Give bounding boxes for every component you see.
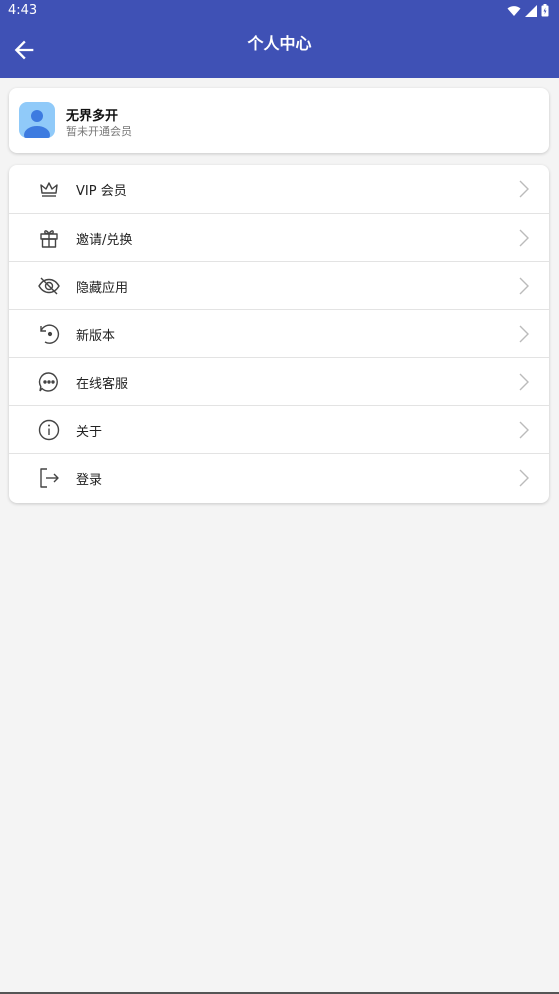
battery-icon bbox=[541, 4, 549, 17]
chat-icon bbox=[38, 372, 58, 392]
app-bar: 个人中心 bbox=[0, 22, 559, 78]
chevron-right-icon bbox=[519, 373, 529, 391]
menu-item-label: 邀请/兑换 bbox=[76, 233, 133, 248]
chevron-right-icon bbox=[519, 325, 529, 343]
eye-off-icon bbox=[38, 277, 60, 295]
menu-item-login[interactable]: 登录 bbox=[9, 453, 549, 502]
info-icon bbox=[38, 419, 60, 441]
profile-card[interactable]: 无界多开 暂未开通会员 bbox=[9, 88, 549, 153]
chevron-right-icon bbox=[519, 277, 529, 295]
menu-item-label: VIP 会员 bbox=[76, 184, 127, 199]
wifi-icon bbox=[507, 5, 521, 16]
login-icon bbox=[40, 468, 59, 488]
menu-item-customer-service[interactable]: 在线客服 bbox=[9, 357, 549, 406]
menu-item-about[interactable]: 关于 bbox=[9, 405, 549, 454]
chevron-right-icon bbox=[519, 421, 529, 439]
menu-item-label: 新版本 bbox=[76, 329, 116, 344]
menu-item-label: 登录 bbox=[76, 473, 103, 488]
avatar[interactable] bbox=[19, 102, 55, 138]
menu-item-hide-apps[interactable]: 隐藏应用 bbox=[9, 261, 549, 310]
menu-list: VIP 会员 邀请/兑换 隐藏应用 新版本 在线客服 关于 登录 bbox=[9, 165, 549, 503]
status-time: 4:43 bbox=[8, 3, 38, 18]
signal-icon bbox=[525, 4, 537, 17]
page-title: 个人中心 bbox=[247, 34, 312, 53]
chevron-right-icon bbox=[519, 180, 529, 198]
chevron-right-icon bbox=[519, 229, 529, 247]
system-icons bbox=[507, 4, 549, 17]
status-bar: 4:43 bbox=[0, 0, 559, 22]
gift-icon bbox=[40, 230, 58, 248]
update-icon bbox=[40, 324, 60, 344]
menu-item-invite[interactable]: 邀请/兑换 bbox=[9, 213, 549, 262]
chevron-right-icon bbox=[519, 469, 529, 487]
menu-item-new-version[interactable]: 新版本 bbox=[9, 309, 549, 358]
membership-status: 暂未开通会员 bbox=[66, 125, 132, 138]
menu-item-label: 关于 bbox=[76, 425, 103, 440]
user-avatar-icon bbox=[24, 110, 50, 138]
menu-item-label: 隐藏应用 bbox=[76, 281, 129, 296]
menu-item-label: 在线客服 bbox=[76, 377, 129, 392]
crown-icon bbox=[40, 182, 58, 197]
menu-item-vip[interactable]: VIP 会员 bbox=[9, 165, 549, 213]
profile-name: 无界多开 bbox=[66, 109, 119, 124]
